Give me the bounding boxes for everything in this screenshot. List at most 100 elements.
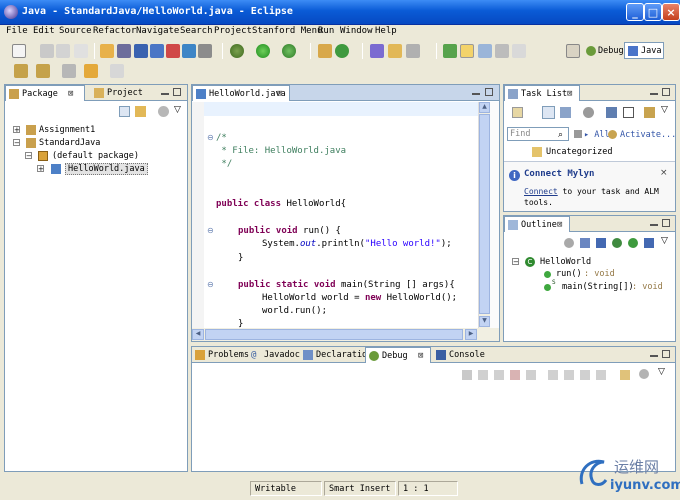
- prev-annotation-icon[interactable]: [36, 64, 50, 78]
- submit-icon[interactable]: [182, 44, 196, 58]
- scroll-thumb[interactable]: [479, 114, 490, 314]
- category-uncategorized[interactable]: Uncategorized: [520, 145, 670, 159]
- sort-icon[interactable]: [580, 238, 590, 248]
- block-select-icon[interactable]: [495, 44, 509, 58]
- code-line[interactable]: System.out.println("Hello world!");: [262, 239, 452, 249]
- save-all-icon[interactable]: [56, 44, 70, 58]
- tab-outline[interactable]: Outline ⊠: [504, 216, 570, 232]
- flag-icon[interactable]: [166, 44, 180, 58]
- new-task-icon[interactable]: [512, 107, 523, 118]
- clear-icon[interactable]: [574, 130, 582, 138]
- open-type-icon[interactable]: [370, 44, 384, 58]
- collapse-all-icon[interactable]: [623, 107, 634, 118]
- collapse-icon[interactable]: −: [512, 258, 519, 266]
- minimize-button[interactable]: _: [626, 3, 644, 21]
- maximize-button[interactable]: □: [644, 3, 662, 21]
- code-line[interactable]: public static void main(String [] args){: [238, 280, 455, 290]
- expand-icon[interactable]: +: [37, 165, 44, 173]
- link-editor-icon[interactable]: [135, 106, 146, 117]
- menu-project[interactable]: Project: [214, 26, 252, 36]
- code-line[interactable]: }: [238, 253, 243, 263]
- run-icon[interactable]: [256, 44, 270, 58]
- perspective-java[interactable]: Java: [624, 42, 664, 59]
- next-annotation-icon[interactable]: [14, 64, 28, 78]
- forward-icon[interactable]: [110, 64, 124, 78]
- chevron-down-icon[interactable]: ▽: [658, 367, 665, 377]
- code-line[interactable]: */: [216, 159, 232, 169]
- outline-method-run[interactable]: run() : void: [544, 268, 674, 281]
- perspective-debug[interactable]: Debug: [586, 43, 624, 59]
- scheduled-icon[interactable]: [560, 107, 571, 118]
- close-icon[interactable]: ×: [660, 168, 668, 178]
- tab-helloworld[interactable]: HelloWorld.java ⊠: [192, 85, 290, 101]
- synchronize-icon[interactable]: [644, 107, 655, 118]
- fold-icon[interactable]: ⊖: [207, 280, 214, 289]
- menu-source[interactable]: Source: [59, 26, 92, 36]
- editor-vertical-scrollbar[interactable]: ▲ ▼: [478, 102, 490, 328]
- tab-console[interactable]: Console: [433, 347, 489, 363]
- maximize-view-icon[interactable]: [485, 88, 493, 96]
- maximize-view-icon[interactable]: [173, 88, 181, 96]
- drop-frame-icon[interactable]: [596, 370, 606, 380]
- maximize-view-icon[interactable]: [662, 350, 670, 358]
- minimize-view-icon[interactable]: [650, 224, 658, 226]
- step-return-icon[interactable]: [580, 370, 590, 380]
- code-line[interactable]: /*: [216, 133, 227, 143]
- view-menu-icon[interactable]: [639, 369, 649, 379]
- code-line[interactable]: HelloWorld world = new HelloWorld();: [262, 293, 457, 303]
- all-link[interactable]: ▸ All: [584, 130, 610, 140]
- focus-icon[interactable]: [564, 238, 574, 248]
- new-class-icon[interactable]: [335, 44, 349, 58]
- stanford-icon[interactable]: [117, 44, 131, 58]
- outline-class-helloworld[interactable]: − C HelloWorld: [512, 255, 672, 269]
- focus-icon[interactable]: [583, 107, 594, 118]
- close-button[interactable]: ×: [662, 3, 680, 21]
- tab-javadoc[interactable]: @ Javadoc: [248, 347, 300, 363]
- minimize-view-icon[interactable]: [472, 93, 480, 95]
- remove-launch-icon[interactable]: [462, 370, 472, 380]
- tab-debug[interactable]: Debug ⊠: [365, 347, 431, 363]
- scroll-up-icon[interactable]: ▲: [479, 102, 490, 113]
- tab-task-list[interactable]: Task List ⊠: [504, 85, 580, 101]
- tree-item-assignment1[interactable]: + Assignment1: [13, 123, 183, 137]
- fold-icon[interactable]: ⊖: [207, 133, 214, 142]
- suspend-icon[interactable]: [494, 370, 504, 380]
- expand-icon[interactable]: +: [13, 126, 20, 134]
- minimize-view-icon[interactable]: [650, 355, 658, 357]
- code-line[interactable]: public void run() {: [238, 226, 341, 236]
- hide-static-icon[interactable]: [612, 238, 622, 248]
- maximize-view-icon[interactable]: [662, 88, 670, 96]
- close-tab-icon[interactable]: ⊠: [68, 86, 73, 102]
- code-line[interactable]: world.run();: [262, 306, 327, 316]
- view-menu-icon[interactable]: [158, 106, 169, 117]
- menu-stanford[interactable]: Stanford Menu: [252, 26, 322, 36]
- run-external-icon[interactable]: [282, 44, 296, 58]
- menu-file[interactable]: File: [6, 26, 28, 36]
- step-filters-icon[interactable]: [620, 370, 630, 380]
- close-tab-icon[interactable]: ⊠: [277, 86, 282, 102]
- close-tab-icon[interactable]: ⊠: [557, 217, 562, 233]
- open-perspective-icon[interactable]: [566, 44, 580, 58]
- save-icon[interactable]: [40, 44, 54, 58]
- collapse-icon[interactable]: −: [13, 139, 20, 147]
- runner-icon[interactable]: [134, 44, 148, 58]
- disconnect-icon[interactable]: [526, 370, 536, 380]
- step-into-icon[interactable]: [548, 370, 558, 380]
- code-line[interactable]: public class HelloWorld{: [216, 199, 346, 209]
- new-package-icon[interactable]: [318, 44, 332, 58]
- resume-icon[interactable]: [478, 370, 488, 380]
- toggle-mark-icon[interactable]: [478, 44, 492, 58]
- tab-package[interactable]: Package ⊠: [5, 85, 85, 101]
- code-line[interactable]: * File: HelloWorld.java: [216, 146, 346, 156]
- menu-navigate[interactable]: Navigate: [136, 26, 179, 36]
- terminate-icon[interactable]: [510, 370, 520, 380]
- menu-edit[interactable]: Edit: [33, 26, 55, 36]
- server-icon[interactable]: [198, 44, 212, 58]
- tree-item-helloworld[interactable]: + HelloWorld.java: [13, 162, 183, 176]
- collapse-icon[interactable]: −: [25, 152, 32, 160]
- activate-link[interactable]: Activate...: [620, 130, 676, 140]
- jump-icon[interactable]: [150, 44, 164, 58]
- hide-nonpublic-icon[interactable]: [628, 238, 638, 248]
- chevron-down-icon[interactable]: ▽: [174, 105, 181, 115]
- minimize-view-icon[interactable]: [650, 93, 658, 95]
